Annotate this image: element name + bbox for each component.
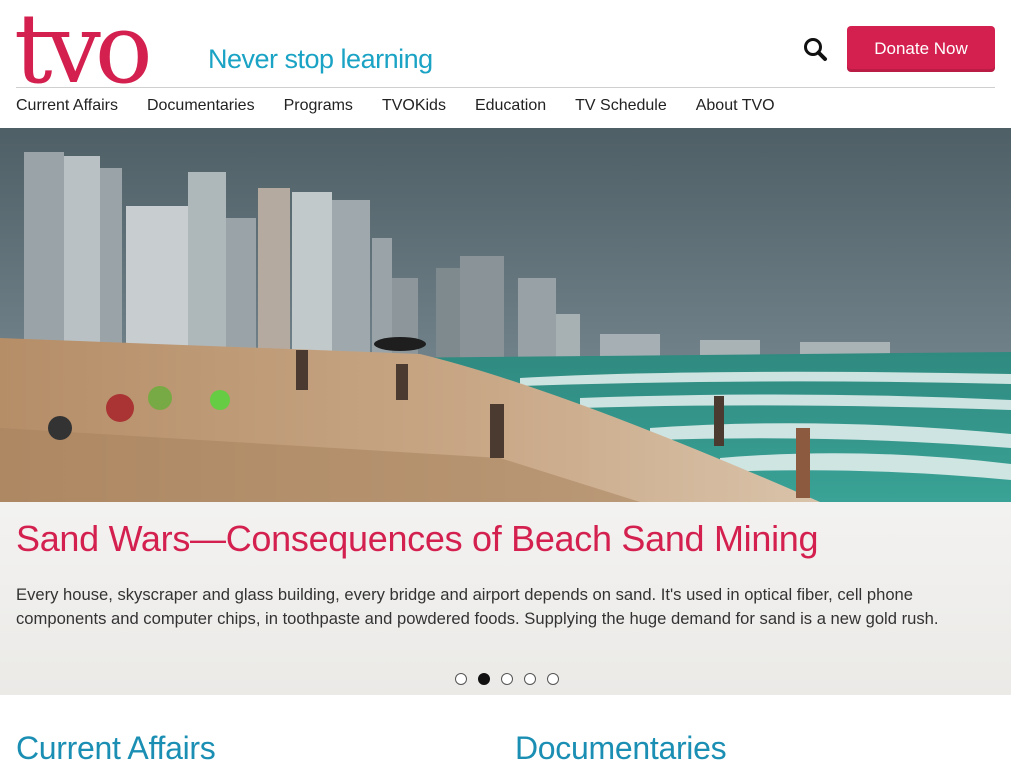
header-divider	[16, 87, 995, 88]
search-button[interactable]	[800, 34, 832, 66]
section-title-documentaries[interactable]: Documentaries	[515, 730, 727, 767]
nav-item-about-tvo[interactable]: About TVO	[696, 96, 775, 116]
svg-text:tvo: tvo	[16, 6, 148, 88]
tvo-logo[interactable]: tvo	[16, 6, 194, 88]
carousel-dot-3[interactable]	[501, 673, 513, 685]
nav-item-programs[interactable]: Programs	[284, 96, 353, 116]
hero-description: Every house, skyscraper and glass buildi…	[16, 585, 939, 628]
search-icon	[804, 38, 827, 61]
main-nav: Current Affairs Documentaries Programs T…	[16, 96, 804, 116]
page-scrollbar[interactable]	[1011, 128, 1024, 768]
nav-item-current-affairs[interactable]: Current Affairs	[16, 96, 118, 116]
hero-beach-image[interactable]	[0, 128, 1011, 502]
nav-item-education[interactable]: Education	[475, 96, 546, 116]
section-title-current-affairs[interactable]: Current Affairs	[16, 730, 216, 767]
site-header: tvo Never stop learning Donate Now Curre…	[0, 0, 1024, 128]
carousel-dot-2[interactable]	[478, 673, 490, 685]
nav-item-tvokids[interactable]: TVOKids	[382, 96, 446, 116]
carousel-dot-5[interactable]	[547, 673, 559, 685]
tagline: Never stop learning	[208, 44, 433, 74]
nav-item-documentaries[interactable]: Documentaries	[147, 96, 255, 116]
carousel-pagination	[455, 673, 559, 685]
nav-item-tv-schedule[interactable]: TV Schedule	[575, 96, 667, 116]
hero-title[interactable]: Sand Wars—Consequences of Beach Sand Min…	[16, 518, 819, 560]
carousel-dot-4[interactable]	[524, 673, 536, 685]
carousel-dot-1[interactable]	[455, 673, 467, 685]
donate-button[interactable]: Donate Now	[847, 26, 995, 72]
